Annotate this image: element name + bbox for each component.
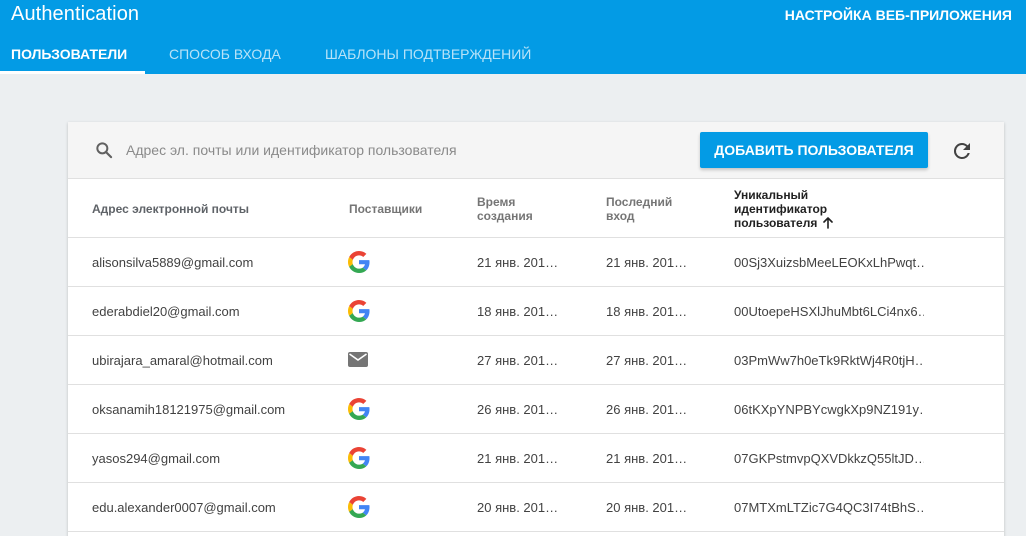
cell-uid: 03PmWw7h0eTk9RktWj4R0tjH… [734, 353, 924, 368]
cell-uid: 00Sj3XuizsbMeeLEOKxLhPwqt… [734, 255, 924, 270]
tab-users[interactable]: ПОЛЬЗОВАТЕЛИ [0, 34, 145, 74]
table-row[interactable]: ederabdiel20@gmail.com 18 янв. 201… 18 я… [68, 287, 1004, 336]
page-title: Authentication [11, 3, 140, 25]
cell-provider [348, 447, 370, 469]
cell-email: edu.alexander0007@gmail.com [92, 500, 276, 515]
email-icon [348, 352, 368, 367]
column-header-providers: Поставщики [349, 202, 423, 216]
table-row[interactable]: alisonsilva5889@gmail.com 21 янв. 201… 2… [68, 238, 1004, 287]
tab-sign-in-method[interactable]: СПОСОБ ВХОДА [145, 34, 301, 74]
webapp-setup-link[interactable]: НАСТРОЙКА ВЕБ-ПРИЛОЖЕНИЯ [785, 7, 1012, 23]
cell-uid: 07MTXmLTZic7G4QC3I74tBhS… [734, 500, 924, 515]
users-toolbar: ДОБАВИТЬ ПОЛЬЗОВАТЕЛЯ [68, 122, 1004, 179]
table-header: Адрес электронной почты Поставщики Время… [68, 179, 1004, 238]
sort-ascending-icon [823, 217, 834, 229]
cell-provider [348, 349, 370, 371]
cell-provider [348, 496, 370, 518]
google-icon [348, 300, 370, 322]
cell-created: 26 янв. 201… [477, 402, 557, 417]
cell-email: alisonsilva5889@gmail.com [92, 255, 254, 270]
table-row[interactable]: edu.alexander0007@gmail.com 20 янв. 201…… [68, 483, 1004, 532]
cell-provider [348, 251, 370, 273]
column-header-uid-label: Уникальный идентификатор пользователя [734, 188, 828, 230]
google-icon [348, 447, 370, 469]
search-icon [96, 142, 113, 159]
cell-uid: 00UtoepeHSXlJhuMbt6LCi4nx6… [734, 304, 924, 319]
cell-created: 27 янв. 201… [477, 353, 557, 368]
search-input[interactable] [126, 138, 686, 162]
cell-created: 18 янв. 201… [477, 304, 557, 319]
column-header-last-signin[interactable]: Последний вход [606, 195, 696, 223]
cell-created: 21 янв. 201… [477, 255, 557, 270]
column-header-email[interactable]: Адрес электронной почты [92, 202, 249, 216]
cell-uid: 06tKXpYNPBYcwgkXp9NZ191y… [734, 402, 924, 417]
cell-provider [348, 398, 370, 420]
users-card: ДОБАВИТЬ ПОЛЬЗОВАТЕЛЯ Адрес электронной … [68, 122, 1004, 536]
cell-created: 21 янв. 201… [477, 451, 557, 466]
tab-templates[interactable]: ШАБЛОНЫ ПОДТВЕРЖДЕНИЙ [301, 34, 531, 74]
cell-last-signin: 20 янв. 201… [606, 500, 686, 515]
cell-provider [348, 300, 370, 322]
table-row[interactable]: yasos294@gmail.com 21 янв. 201… 21 янв. … [68, 434, 1004, 483]
table-row[interactable]: oksanamih18121975@gmail.com 26 янв. 201…… [68, 385, 1004, 434]
column-header-uid[interactable]: Уникальный идентификатор пользователя [734, 188, 874, 230]
cell-uid: 07GKPstmvpQXVDkkzQ55ltJD… [734, 451, 924, 466]
cell-last-signin: 26 янв. 201… [606, 402, 686, 417]
tab-bar: ПОЛЬЗОВАТЕЛИ СПОСОБ ВХОДА ШАБЛОНЫ ПОДТВЕ… [0, 34, 531, 74]
refresh-icon[interactable] [950, 139, 974, 163]
app-bar: Authentication НАСТРОЙКА ВЕБ-ПРИЛОЖЕНИЯ … [0, 0, 1026, 74]
google-icon [348, 398, 370, 420]
cell-email: yasos294@gmail.com [92, 451, 221, 466]
table-row[interactable]: ubirajara_amaral@hotmail.com 27 янв. 201… [68, 336, 1004, 385]
cell-created: 20 янв. 201… [477, 500, 557, 515]
google-icon [348, 496, 370, 518]
cell-email: ederabdiel20@gmail.com [92, 304, 240, 319]
column-header-created[interactable]: Время создания [477, 195, 567, 223]
cell-email: oksanamih18121975@gmail.com [92, 402, 286, 417]
cell-email: ubirajara_amaral@hotmail.com [92, 353, 273, 368]
cell-last-signin: 21 янв. 201… [606, 255, 686, 270]
google-icon [348, 251, 370, 273]
add-user-button[interactable]: ДОБАВИТЬ ПОЛЬЗОВАТЕЛЯ [700, 132, 928, 168]
cell-last-signin: 18 янв. 201… [606, 304, 686, 319]
cell-last-signin: 27 янв. 201… [606, 353, 686, 368]
cell-last-signin: 21 янв. 201… [606, 451, 686, 466]
